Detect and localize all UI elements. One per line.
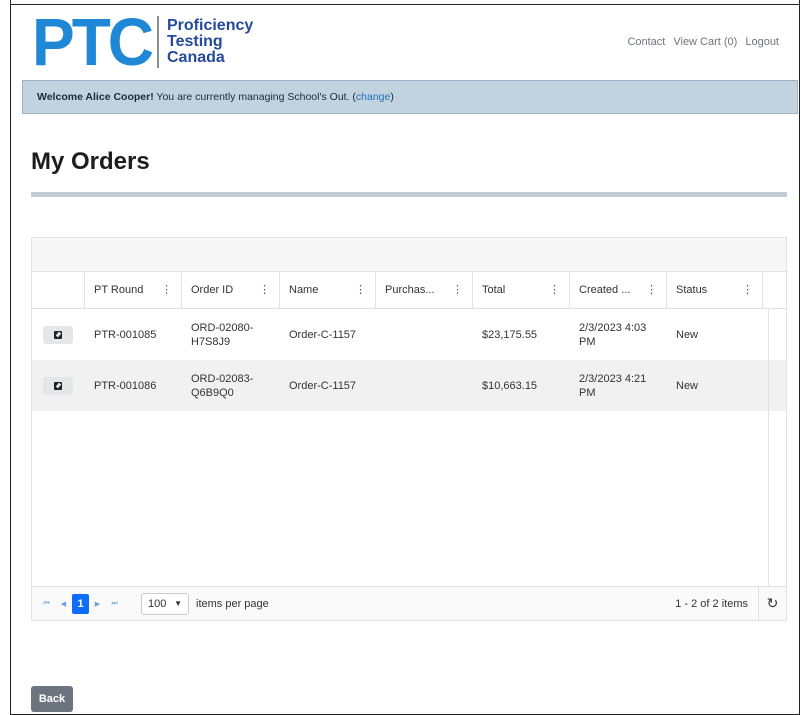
nav-logout-link[interactable]: Logout (745, 36, 779, 48)
column-label: Status (676, 284, 708, 296)
caret-down-icon: ▼ (174, 599, 182, 608)
cell-created: 2/3/2023 4:21 PM (570, 360, 667, 411)
logo-mark: PTC (32, 4, 154, 80)
first-page-icon[interactable]: ⏮ (38, 594, 55, 614)
previous-page-icon[interactable]: ◀ (55, 594, 72, 614)
order-id-part: Q6B9Q0 (191, 386, 234, 399)
row-actions (32, 360, 85, 411)
column-label: Order ID (191, 284, 234, 296)
cell-order-id: ORD-02080- H7S8J9 (182, 309, 280, 360)
order-id-part: ORD-02083- (191, 372, 254, 385)
page-title: My Orders (31, 148, 150, 175)
next-page-icon[interactable]: ▶ (89, 594, 106, 614)
logo-line-2: Testing (167, 33, 223, 50)
grid-pager: ⏮ ◀ 1 ▶ ⏭ 100 ▼ items per page 1 - 2 of … (32, 586, 786, 620)
cell-purchase (376, 309, 473, 360)
column-header-created[interactable]: Created ... ⋮ (570, 272, 667, 308)
logo-divider (157, 16, 159, 68)
welcome-greeting: Welcome Alice Cooper! (37, 91, 154, 103)
title-divider (31, 192, 787, 197)
column-menu-icon[interactable]: ⋮ (646, 283, 657, 296)
last-page-icon[interactable]: ⏭ (106, 594, 123, 614)
cell-status: New (676, 328, 699, 341)
page-size-value: 100 (148, 597, 167, 610)
grid-toolbar (32, 238, 786, 272)
column-header-total[interactable]: Total ⋮ (473, 272, 570, 308)
column-label: PT Round (94, 284, 144, 296)
column-header-status[interactable]: Status ⋮ (667, 272, 763, 308)
item-range-info: 1 - 2 of 2 items (675, 597, 748, 610)
column-menu-icon[interactable]: ⋮ (259, 283, 270, 296)
cell-pt-round: PTR-001086 (94, 379, 157, 392)
created-part: 2/3/2023 4:21 (579, 372, 647, 385)
column-header-purchase[interactable]: Purchas... ⋮ (376, 272, 473, 308)
welcome-banner: Welcome Alice Cooper! You are currently … (22, 80, 798, 114)
column-header-actions (32, 272, 85, 308)
refresh-icon[interactable]: ↻ (758, 587, 786, 620)
cell-purchase (376, 360, 473, 411)
page-1-button[interactable]: 1 (72, 593, 89, 614)
column-header-name[interactable]: Name ⋮ (280, 272, 376, 308)
welcome-close-paren: ) (390, 91, 394, 103)
cell-name: Order-C-1157 (289, 328, 357, 341)
created-part: 2/3/2023 4:03 (579, 321, 647, 334)
cell-pt-round: PTR-001085 (94, 328, 157, 341)
cell-total: $10,663.15 (482, 379, 538, 392)
cell-total: $23,175.55 (482, 328, 538, 341)
order-id-part: ORD-02080- (191, 321, 254, 334)
column-label: Purchas... (385, 284, 435, 296)
column-label: Total (482, 284, 506, 296)
ptc-logo[interactable]: PTC Proficiency Testing Canada (32, 4, 253, 80)
created-part: PM (579, 335, 596, 348)
column-menu-icon[interactable]: ⋮ (549, 283, 560, 296)
edit-order-button[interactable] (43, 376, 73, 395)
cell-order-id: ORD-02083- Q6B9Q0 (182, 360, 280, 411)
logo-wordmark: Proficiency Testing Canada (167, 18, 253, 66)
column-header-order-id[interactable]: Order ID ⋮ (182, 272, 280, 308)
column-label: Created ... (579, 284, 631, 296)
column-menu-icon[interactable]: ⋮ (452, 283, 463, 296)
column-menu-icon[interactable]: ⋮ (742, 283, 753, 296)
grid-vertical-scrollbar[interactable] (768, 309, 786, 586)
edit-order-button[interactable] (43, 325, 73, 344)
order-id-part: H7S8J9 (191, 335, 231, 348)
logo-line-1: Proficiency (167, 17, 254, 34)
cell-name: Order-C-1157 (289, 379, 357, 392)
column-menu-icon[interactable]: ⋮ (161, 283, 172, 296)
edit-icon (54, 330, 62, 339)
nav-contact-link[interactable]: Contact (627, 36, 665, 48)
cell-created: 2/3/2023 4:03 PM (570, 309, 667, 360)
items-per-page-label: items per page (196, 597, 269, 610)
row-actions (32, 309, 85, 360)
top-nav: Contact View Cart (0) Logout (627, 36, 779, 48)
table-row[interactable]: PTR-001086 ORD-02083- Q6B9Q0 Order-C-1157… (32, 360, 786, 411)
orders-grid: PT Round ⋮ Order ID ⋮ Name ⋮ Purchas... ⋮ To… (31, 237, 787, 621)
page-size-select[interactable]: 100 ▼ (141, 592, 189, 615)
created-part: PM (579, 386, 596, 399)
change-organization-link[interactable]: change (356, 91, 390, 103)
column-label: Name (289, 284, 319, 296)
nav-view-cart-link[interactable]: View Cart (0) (673, 36, 737, 48)
grid-header: PT Round ⋮ Order ID ⋮ Name ⋮ Purchas... ⋮ To… (32, 272, 786, 309)
table-row[interactable]: PTR-001085 ORD-02080- H7S8J9 Order-C-1157… (32, 309, 786, 360)
column-menu-icon[interactable]: ⋮ (355, 283, 366, 296)
back-button[interactable]: Back (31, 686, 73, 712)
edit-icon (54, 381, 62, 390)
welcome-message: You are currently managing School's Out.… (153, 91, 356, 103)
logo-line-3: Canada (167, 49, 225, 66)
column-header-pt-round[interactable]: PT Round ⋮ (85, 272, 182, 308)
cell-status: New (676, 379, 699, 392)
